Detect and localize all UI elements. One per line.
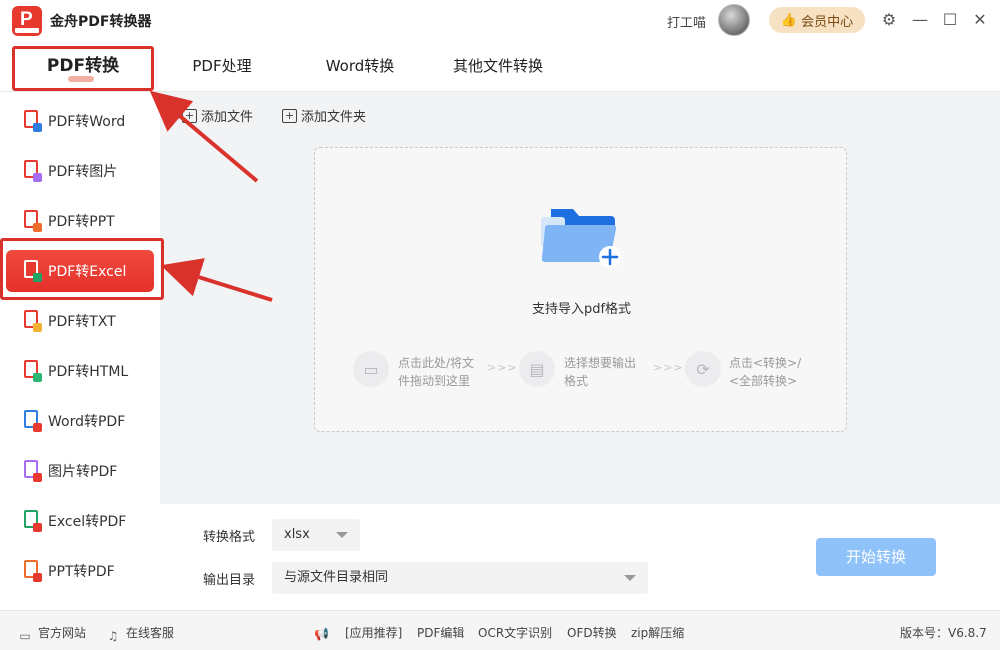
- step-arrow: >>>: [653, 361, 684, 374]
- step-3-line-2: <全部转换>: [729, 374, 798, 388]
- image-to-pdf-icon: [22, 460, 42, 482]
- sidebar-item-label: PDF转HTML: [48, 364, 129, 380]
- app-logo-icon: P: [12, 6, 42, 36]
- sidebar-item-word-to-pdf[interactable]: Word转PDF: [6, 400, 154, 442]
- settings-panel: 转换格式 xlsx 输出目录 与源文件目录相同 开始转换: [160, 504, 1000, 610]
- sidebar-item-label: PDF转Word: [48, 114, 126, 130]
- main-area: + 添加文件 + 添加文件夹 支持导入pdf格式 ▭ 点击此处/将文 件拖动到这…: [160, 92, 1000, 504]
- sidebar-item-label: PDF转TXT: [48, 314, 116, 330]
- pdf-to-html-icon: [22, 360, 42, 382]
- pdf-to-image-icon: [22, 160, 42, 182]
- folder-add-icon: [541, 209, 621, 268]
- add-folder-icon: +: [282, 108, 297, 123]
- avatar[interactable]: [718, 4, 750, 36]
- convert-icon: ⟳: [685, 351, 721, 387]
- step-1-text: 点击此处/将文 件拖动到这里: [398, 354, 474, 390]
- word-to-pdf-icon: [22, 410, 42, 432]
- output-dir-label: 输出目录: [203, 573, 256, 588]
- pdf-to-ppt-icon: [22, 210, 42, 232]
- thumbs-up-icon: 👍: [780, 12, 798, 28]
- excel-to-pdf-icon: [22, 510, 42, 532]
- footer-link-ofd[interactable]: OFD转换: [567, 624, 617, 641]
- output-dir-value: 与源文件目录相同: [284, 570, 389, 585]
- official-site-label: 官方网站: [38, 626, 87, 640]
- footer-link-ocr[interactable]: OCR文字识别: [478, 624, 552, 641]
- format-value: xlsx: [284, 527, 310, 542]
- minimize-icon[interactable]: —: [910, 10, 930, 30]
- sidebar-item-image-to-pdf[interactable]: 图片转PDF: [6, 450, 154, 492]
- vip-center-button[interactable]: 👍 会员中心: [769, 7, 865, 33]
- headset-icon: ♫: [107, 629, 119, 643]
- sidebar-item-pdf-to-html[interactable]: PDF转HTML: [6, 350, 154, 392]
- sidebar-item-label: PDF转PPT: [48, 214, 115, 230]
- sidebar-item-excel-to-pdf[interactable]: Excel转PDF: [6, 500, 154, 542]
- title-bar: P 金舟PDF转换器 打工喵 👍 会员中心 ⚙ — ☐ ✕: [0, 0, 1000, 40]
- chevron-down-icon: [624, 575, 636, 581]
- step-arrow: >>>: [487, 361, 518, 374]
- format-label: 转换格式: [203, 530, 256, 545]
- add-file-button[interactable]: + 添加文件: [182, 106, 253, 125]
- sidebar-item-pdf-to-word[interactable]: PDF转Word: [6, 100, 154, 142]
- footer: ▭ 官方网站 ♫ 在线客服 📢 [应用推荐] PDF编辑 OCR文字识别 OFD转换…: [0, 610, 1000, 650]
- footer-link-pdf-edit[interactable]: PDF编辑: [417, 624, 464, 641]
- ppt-to-pdf-icon: [22, 560, 42, 582]
- tab-pdf-process[interactable]: PDF处理: [172, 40, 272, 92]
- vip-center-label: 会员中心: [801, 14, 854, 30]
- pdf-to-word-icon: [22, 110, 42, 132]
- version-label: 版本号：V6.8.7: [900, 626, 987, 640]
- step-2-line-2: 格式: [564, 374, 589, 388]
- sidebar-item-pdf-to-txt[interactable]: PDF转TXT: [6, 300, 154, 342]
- sidebar-item-label: PDF转图片: [48, 164, 118, 180]
- online-service-link[interactable]: ♫ 在线客服: [106, 624, 174, 643]
- close-icon[interactable]: ✕: [970, 10, 990, 30]
- step-2-line-1: 选择想要输出: [564, 356, 637, 370]
- file-drop-zone[interactable]: 支持导入pdf格式 ▭ 点击此处/将文 件拖动到这里 >>> ▤ 选择想要输出 …: [314, 147, 847, 432]
- maximize-icon[interactable]: ☐: [940, 10, 960, 30]
- monitor-icon: ▭: [19, 629, 31, 643]
- add-folder-button[interactable]: + 添加文件夹: [282, 106, 366, 125]
- app-title: 金舟PDF转换器: [50, 14, 152, 30]
- sidebar-item-label: Word转PDF: [48, 414, 126, 430]
- step-2-text: 选择想要输出 格式: [564, 354, 636, 390]
- output-dir-select[interactable]: 与源文件目录相同: [272, 562, 648, 594]
- pdf-to-txt-icon: [22, 310, 42, 332]
- footer-link-zip[interactable]: zip解压缩: [631, 624, 684, 641]
- step-1-line-2: 件拖动到这里: [398, 374, 471, 388]
- app-recommend-label: [应用推荐]: [345, 626, 403, 640]
- highlight-box-sidebar: [0, 238, 164, 300]
- drop-zone-title: 支持导入pdf格式: [531, 302, 632, 317]
- tab-other-convert[interactable]: 其他文件转换: [438, 40, 558, 92]
- sidebar-item-ppt-to-pdf[interactable]: PPT转PDF: [6, 550, 154, 592]
- tab-word-convert[interactable]: Word转换: [305, 40, 415, 92]
- sidebar-item-label: 图片转PDF: [48, 464, 118, 480]
- add-file-icon: +: [182, 108, 197, 123]
- sidebar-item-pdf-to-ppt[interactable]: PDF转PPT: [6, 200, 154, 242]
- format-select[interactable]: xlsx: [272, 519, 360, 551]
- official-site-link[interactable]: ▭ 官方网站: [18, 624, 86, 643]
- step-3-line-1: 点击<转换>/: [729, 356, 802, 370]
- sidebar-item-label: Excel转PDF: [48, 514, 127, 530]
- step-3-text: 点击<转换>/ <全部转换>: [729, 354, 801, 390]
- add-folder-label: 添加文件夹: [301, 110, 367, 125]
- folder-open-icon: ▭: [353, 351, 389, 387]
- step-1-line-1: 点击此处/将文: [398, 356, 475, 370]
- sidebar-item-pdf-to-image[interactable]: PDF转图片: [6, 150, 154, 192]
- start-convert-button[interactable]: 开始转换: [816, 538, 936, 576]
- megaphone-icon: 📢: [314, 627, 329, 641]
- format-select-icon: ▤: [519, 351, 555, 387]
- sidebar: PDF转Word PDF转图片 PDF转PPT PDF转Excel PDF转TX…: [0, 92, 160, 610]
- settings-icon[interactable]: ⚙: [879, 10, 899, 30]
- add-file-label: 添加文件: [201, 110, 254, 125]
- sidebar-item-label: PPT转PDF: [48, 564, 115, 580]
- highlight-box-tab: [12, 46, 154, 91]
- chevron-down-icon: [336, 532, 348, 538]
- user-name[interactable]: 打工喵: [667, 12, 706, 31]
- online-service-label: 在线客服: [126, 626, 175, 640]
